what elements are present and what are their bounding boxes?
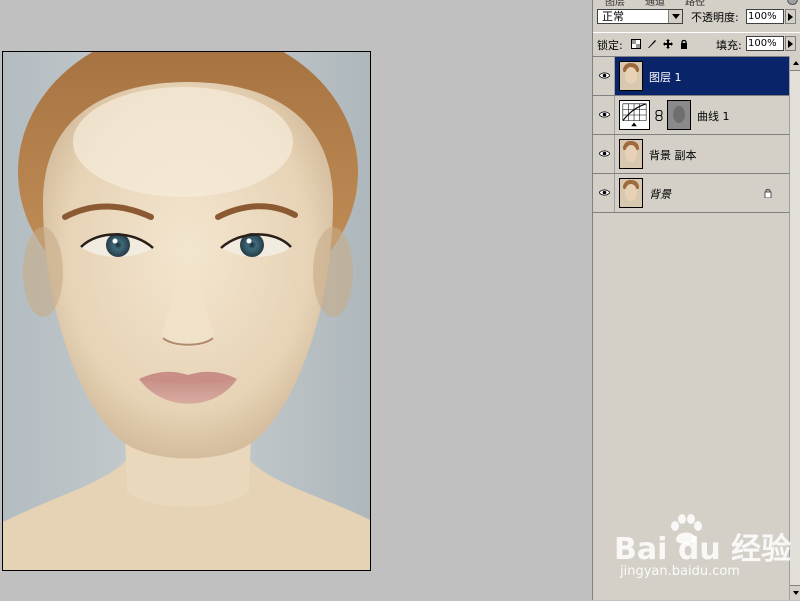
chevron-down-icon[interactable] — [668, 10, 682, 23]
layers-panel: 图层 通道 路径 正常 不透明度: 100% 锁定: 填充: 100% 图层 1… — [592, 0, 800, 600]
opacity-slider-button[interactable] — [785, 9, 796, 24]
visibility-toggle[interactable] — [593, 57, 615, 95]
face-mask-thumbnail[interactable] — [667, 100, 691, 130]
curves-adjustment-icon — [619, 100, 650, 130]
layer-row-background-copy[interactable]: 背景 副本 — [593, 135, 789, 174]
fill-label: 填充: — [716, 39, 742, 52]
lock-fill-row: 锁定: 填充: 100% — [593, 32, 800, 55]
visibility-toggle[interactable] — [593, 135, 615, 173]
canvas-area[interactable] — [0, 0, 592, 600]
blend-opacity-row: 正常 不透明度: 100% — [593, 6, 800, 28]
lock-label: 锁定: — [597, 39, 623, 52]
face-thumbnail — [619, 61, 643, 91]
layer-name[interactable]: 曲线 1 — [697, 108, 730, 124]
opacity-field[interactable]: 100% — [746, 9, 784, 24]
link-icon[interactable] — [655, 110, 663, 121]
layer-row-background[interactable]: 背景 — [593, 174, 789, 213]
visibility-toggle[interactable] — [593, 96, 615, 134]
lock-transparent-icon[interactable] — [631, 39, 641, 49]
fill-slider-button[interactable] — [785, 36, 796, 51]
eye-icon — [599, 189, 610, 196]
lock-all-icon[interactable] — [679, 39, 689, 49]
layer-name[interactable]: 背景 — [649, 186, 671, 202]
layer-row-layer1[interactable]: 图层 1 — [593, 57, 789, 96]
eye-icon — [599, 150, 610, 157]
watermark-url: jingyan.baidu.com — [620, 564, 740, 579]
fill-field[interactable]: 100% — [746, 36, 784, 51]
face-thumbnail — [619, 139, 643, 169]
lock-move-icon[interactable] — [663, 39, 673, 49]
face-thumbnail — [619, 178, 643, 208]
watermark-brand: Bai du 经验 — [614, 532, 792, 567]
eye-icon — [599, 72, 610, 79]
layer-name[interactable]: 图层 1 — [649, 69, 682, 85]
opacity-label: 不透明度: — [691, 11, 739, 24]
scroll-up-icon[interactable] — [790, 56, 800, 71]
lock-paint-icon[interactable] — [647, 39, 657, 49]
lock-icon — [764, 188, 772, 198]
portrait-image — [3, 52, 370, 570]
visibility-toggle[interactable] — [593, 174, 615, 212]
portrait-photo[interactable] — [2, 51, 371, 571]
layer-row-curves1[interactable]: 曲线 1 — [593, 96, 789, 135]
blend-mode-value: 正常 — [602, 10, 624, 23]
panel-menu-icon[interactable] — [787, 0, 798, 5]
eye-icon — [599, 111, 610, 118]
blend-mode-select[interactable]: 正常 — [597, 9, 683, 24]
scroll-down-icon[interactable] — [790, 585, 800, 600]
layer-name[interactable]: 背景 副本 — [649, 147, 697, 163]
baidu-jingyan-watermark: Bai du 经验 jingyan.baidu.com — [612, 514, 792, 584]
